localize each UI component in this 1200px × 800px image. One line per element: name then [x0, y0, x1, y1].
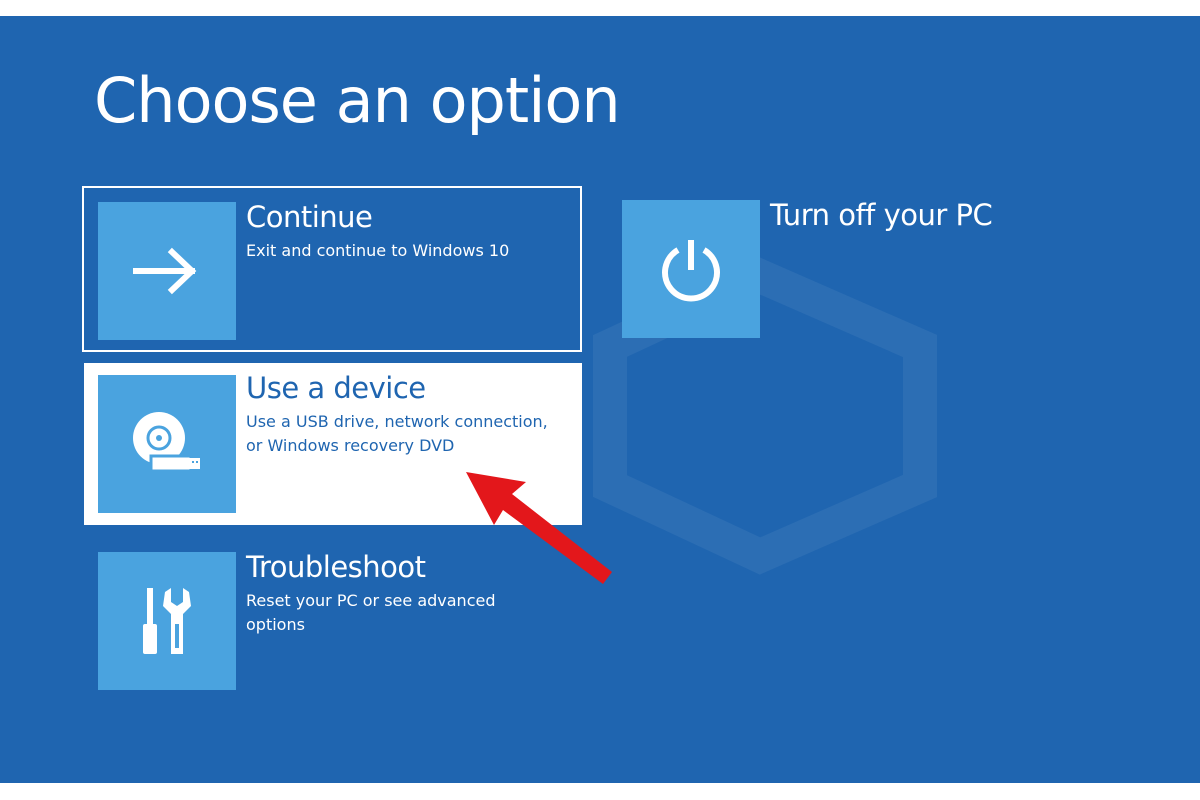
turn-off-option[interactable]: Turn off your PC	[608, 186, 1108, 352]
continue-description: Exit and continue to Windows 10	[246, 240, 510, 260]
use-device-option[interactable]: Use a device Use a USB drive, network co…	[84, 363, 582, 525]
troubleshoot-title: Troubleshoot	[246, 550, 426, 584]
page-title: Choose an option	[94, 64, 621, 137]
power-icon	[662, 240, 720, 302]
turn-off-title: Turn off your PC	[770, 198, 993, 232]
arrow-right-icon	[133, 247, 197, 295]
use-device-description: Use a USB drive, network connection, or …	[246, 411, 548, 455]
use-device-title: Use a device	[246, 371, 426, 405]
recovery-screen: Choose an option Continue Exit and conti…	[0, 16, 1200, 783]
troubleshoot-description: Reset your PC or see advanced options	[246, 590, 496, 634]
continue-icon-tile	[98, 202, 236, 340]
use-device-icon-tile	[98, 375, 236, 513]
continue-option[interactable]: Continue Exit and continue to Windows 10	[82, 186, 582, 352]
continue-title: Continue	[246, 200, 373, 234]
turn-off-icon-tile	[622, 200, 760, 338]
troubleshoot-option[interactable]: Troubleshoot Reset your PC or see advanc…	[84, 538, 584, 704]
tools-icon	[143, 588, 191, 654]
troubleshoot-icon-tile	[98, 552, 236, 690]
disc-usb-icon	[133, 412, 200, 473]
